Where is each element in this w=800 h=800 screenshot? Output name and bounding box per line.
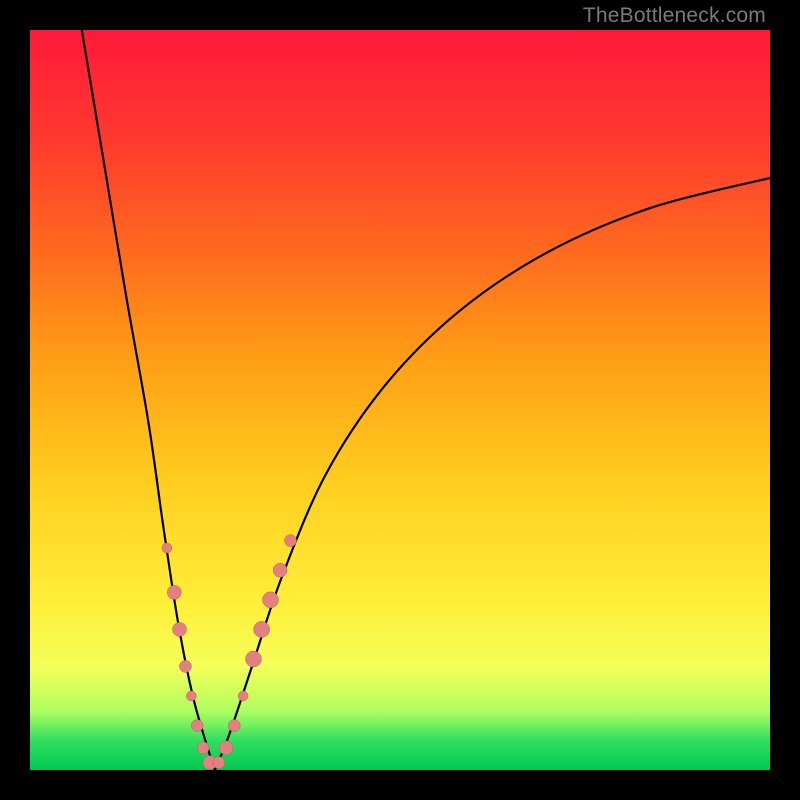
bead-left-6 (197, 742, 209, 754)
bead-right-6 (263, 592, 279, 608)
right-curve (215, 178, 770, 770)
bead-right-8 (284, 535, 296, 547)
bead-right-4 (245, 651, 261, 667)
bead-left-0 (162, 543, 172, 553)
bead-right-0 (213, 757, 225, 769)
bead-left-5 (191, 720, 203, 732)
curves-svg (30, 30, 770, 770)
bead-left-1 (167, 585, 181, 599)
bead-right-3 (238, 691, 248, 701)
bead-right-5 (254, 621, 270, 637)
bead-right-7 (273, 563, 287, 577)
chart-frame: TheBottleneck.com (0, 0, 800, 800)
left-curve (82, 30, 215, 770)
bead-right-2 (228, 720, 240, 732)
plot-area (30, 30, 770, 770)
bead-right-1 (219, 741, 233, 755)
bead-left-4 (186, 691, 196, 701)
watermark-text: TheBottleneck.com (583, 4, 766, 28)
bead-left-3 (179, 660, 191, 672)
bead-left-2 (172, 622, 186, 636)
